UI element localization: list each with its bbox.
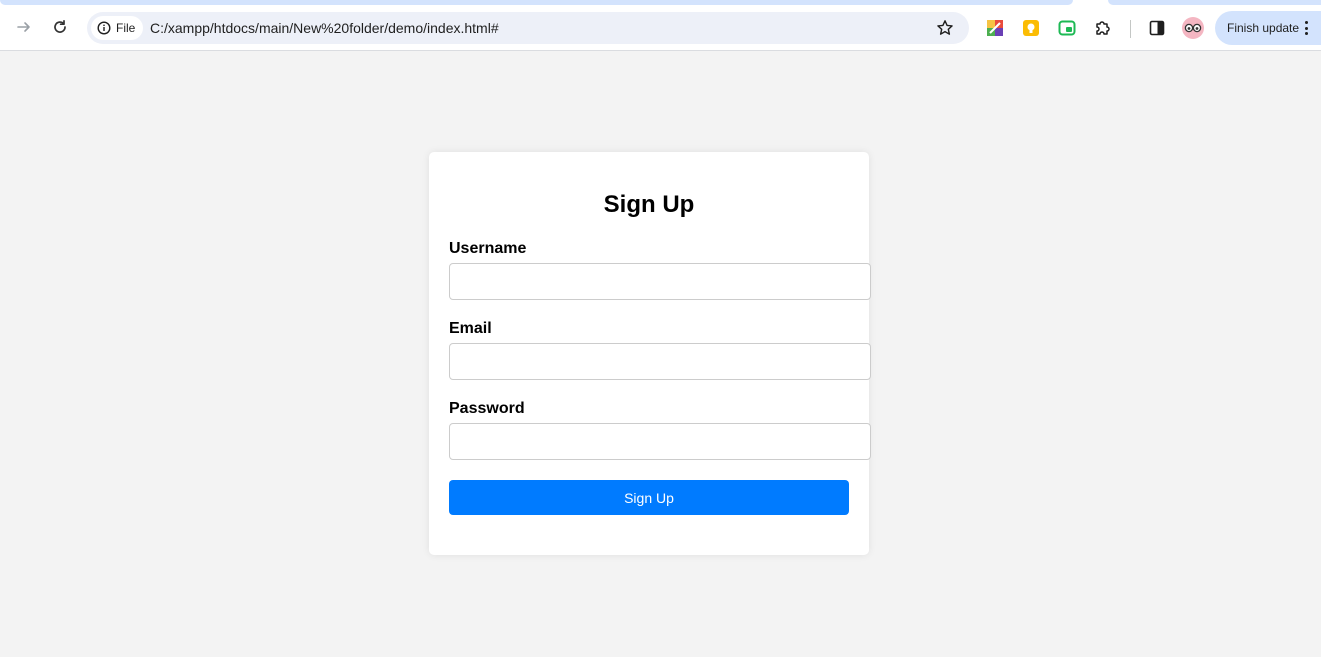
address-bar[interactable]: File C:/xampp/htdocs/main/New%20folder/d… <box>87 12 969 44</box>
toolbar-divider <box>1130 20 1131 38</box>
sign-up-button[interactable]: Sign Up <box>449 480 849 515</box>
signup-card: Sign Up Username Email Password Sign Up <box>429 152 871 555</box>
side-panel-icon <box>1149 20 1165 36</box>
side-panel-button[interactable] <box>1147 18 1167 38</box>
puzzle-extensions-icon <box>1096 21 1110 35</box>
email-input[interactable] <box>449 343 871 380</box>
security-chip-label: File <box>116 21 136 35</box>
reload-button[interactable] <box>45 12 75 42</box>
username-label: Username <box>449 240 527 257</box>
forward-button[interactable] <box>9 12 39 42</box>
password-label: Password <box>449 400 525 417</box>
star-icon <box>937 20 953 35</box>
finish-update-label: Finish update <box>1227 21 1300 35</box>
extension-button-3[interactable] <box>1057 18 1077 38</box>
email-label: Email <box>449 320 492 337</box>
info-icon <box>97 21 111 35</box>
arrow-right-icon <box>17 22 30 32</box>
browser-menu-icon[interactable] <box>1304 21 1308 35</box>
picture-in-picture-extension-icon <box>1058 20 1076 36</box>
profile-avatar-icon <box>1184 23 1202 33</box>
color-picker-extension-icon <box>987 20 1003 36</box>
extension-button-2[interactable] <box>1021 18 1041 38</box>
password-input[interactable] <box>449 423 871 460</box>
bookmark-star-button[interactable] <box>935 18 955 38</box>
extension-button-1[interactable] <box>985 18 1005 38</box>
username-input[interactable] <box>449 263 871 300</box>
reload-icon <box>54 19 66 33</box>
page-title: Sign Up <box>603 191 695 218</box>
browser-toolbar: File C:/xampp/htdocs/main/New%20folder/d… <box>0 5 1321 51</box>
profile-avatar-button[interactable] <box>1182 17 1204 39</box>
site-info-chip[interactable]: File <box>91 16 144 40</box>
extensions-menu-button[interactable] <box>1093 18 1113 38</box>
url-text[interactable]: C:/xampp/htdocs/main/New%20folder/demo/i… <box>150 20 499 36</box>
lightbulb-extension-icon <box>1023 20 1039 36</box>
